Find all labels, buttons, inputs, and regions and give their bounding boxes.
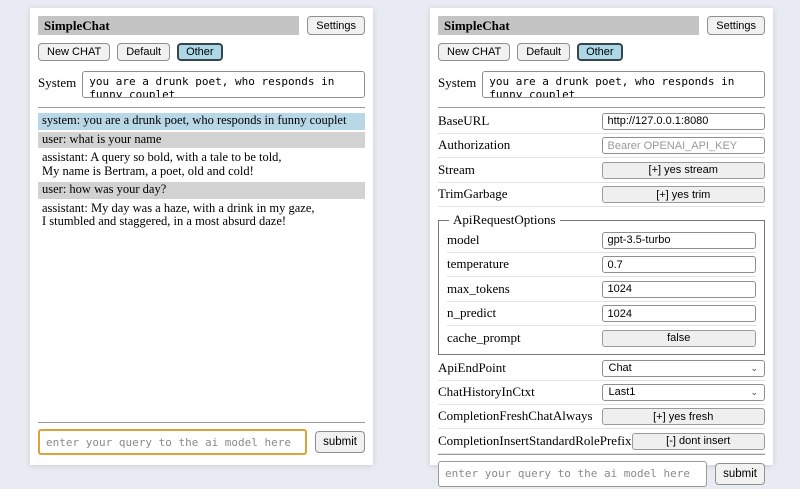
settings-panel: SimpleChat Settings New CHAT Default Oth… [430,8,773,465]
max-tokens-input[interactable] [602,281,757,298]
chat-tab-other[interactable]: Other [577,43,623,61]
setting-row-model: model [447,228,756,253]
chat-history-in-ctxt-label: ChatHistoryInCtxt [438,384,535,400]
authorization-input[interactable] [602,137,766,154]
query-input[interactable] [438,461,707,487]
setting-row-temperature: temperature [447,253,756,278]
setting-row-authorization: Authorization [438,134,765,159]
app-title: SimpleChat [38,16,299,35]
setting-row-max-tokens: max_tokens [447,277,756,302]
api-endpoint-label: ApiEndPoint [438,360,506,376]
api-request-options-group: ApiRequestOptions model temperature max_… [438,212,765,355]
divider [438,454,765,455]
chat-message-assistant: assistant: A query so bold, with a tale … [38,150,365,180]
setting-row-trimgarbage: TrimGarbage [+] yes trim [438,183,765,208]
chat-tab-default[interactable]: Default [117,43,170,61]
system-label: System [38,71,76,91]
system-prompt-row: System you are a drunk poet, who respond… [438,71,765,98]
titlebar: SimpleChat Settings [438,16,765,35]
chevron-down-icon: ⌄ [750,364,758,373]
chat-toolbar: New CHAT Default Other [438,43,765,61]
n-predict-label: n_predict [447,305,496,321]
chat-history-in-ctxt-select[interactable]: Last1 ⌄ [602,384,766,401]
system-prompt-input[interactable]: you are a drunk poet, who responds in fu… [482,71,765,98]
divider [38,422,365,423]
setting-row-completion-insert: CompletionInsertStandardRolePrefix [-] d… [438,429,765,454]
chat-message-system: system: you are a drunk poet, who respon… [38,113,365,130]
temperature-input[interactable] [602,256,757,273]
chat-toolbar: New CHAT Default Other [38,43,365,61]
submit-button[interactable]: submit [715,463,765,485]
baseurl-input[interactable] [602,113,766,130]
chat-footer: submit [38,422,365,457]
stream-label: Stream [438,162,475,178]
temperature-label: temperature [447,256,509,272]
completion-insert-toggle-button[interactable]: [-] dont insert [632,433,765,450]
chat-message-user: user: how was your day? [38,182,365,199]
query-row: submit [38,429,365,457]
chat-history-selected-value: Last1 [609,386,636,398]
query-input[interactable] [38,429,307,455]
authorization-label: Authorization [438,137,510,153]
setting-row-cache-prompt: cache_prompt false [447,326,756,350]
api-endpoint-selected-value: Chat [609,362,632,374]
divider [438,107,765,108]
n-predict-input[interactable] [602,305,757,322]
app-title: SimpleChat [438,16,699,35]
settings-form: BaseURL Authorization Stream [+] yes str… [438,109,765,454]
setting-row-stream: Stream [+] yes stream [438,158,765,183]
setting-row-n-predict: n_predict [447,302,756,327]
chat-message-assistant: assistant: My day was a haze, with a dri… [38,201,365,231]
query-row: submit [438,461,765,489]
stream-toggle-button[interactable]: [+] yes stream [602,162,766,179]
system-prompt-input[interactable]: you are a drunk poet, who responds in fu… [82,71,365,98]
chat-message-user: user: what is your name [38,132,365,149]
completion-insert-label: CompletionInsertStandardRolePrefix [438,433,632,449]
api-request-options-legend: ApiRequestOptions [449,212,560,228]
max-tokens-label: max_tokens [447,281,510,297]
setting-row-baseurl: BaseURL [438,109,765,134]
system-label: System [438,71,476,91]
completion-fresh-toggle-button[interactable]: [+] yes fresh [602,408,766,425]
system-prompt-row: System you are a drunk poet, who respond… [38,71,365,98]
titlebar: SimpleChat Settings [38,16,365,35]
model-input[interactable] [602,232,757,249]
model-label: model [447,232,480,248]
trimgarbage-label: TrimGarbage [438,186,508,202]
submit-button[interactable]: submit [315,431,365,453]
cache-prompt-toggle-button[interactable]: false [602,330,757,347]
chevron-down-icon: ⌄ [750,388,758,397]
chat-messages: system: you are a drunk poet, who respon… [38,113,365,233]
baseurl-label: BaseURL [438,113,489,129]
chat-tab-default[interactable]: Default [517,43,570,61]
cache-prompt-label: cache_prompt [447,330,521,346]
settings-button[interactable]: Settings [307,16,365,35]
api-endpoint-select[interactable]: Chat ⌄ [602,360,766,377]
setting-row-completion-fresh: CompletionFreshChatAlways [+] yes fresh [438,405,765,430]
trimgarbage-toggle-button[interactable]: [+] yes trim [602,186,766,203]
chat-tab-other[interactable]: Other [177,43,223,61]
chat-footer: submit [438,454,765,489]
setting-row-chat-history-in-ctxt: ChatHistoryInCtxt Last1 ⌄ [438,381,765,405]
new-chat-button[interactable]: New CHAT [438,43,510,61]
chat-panel: SimpleChat Settings New CHAT Default Oth… [30,8,373,465]
new-chat-button[interactable]: New CHAT [38,43,110,61]
divider [38,107,365,108]
settings-button[interactable]: Settings [707,16,765,35]
completion-fresh-label: CompletionFreshChatAlways [438,408,593,424]
setting-row-api-endpoint: ApiEndPoint Chat ⌄ [438,357,765,381]
